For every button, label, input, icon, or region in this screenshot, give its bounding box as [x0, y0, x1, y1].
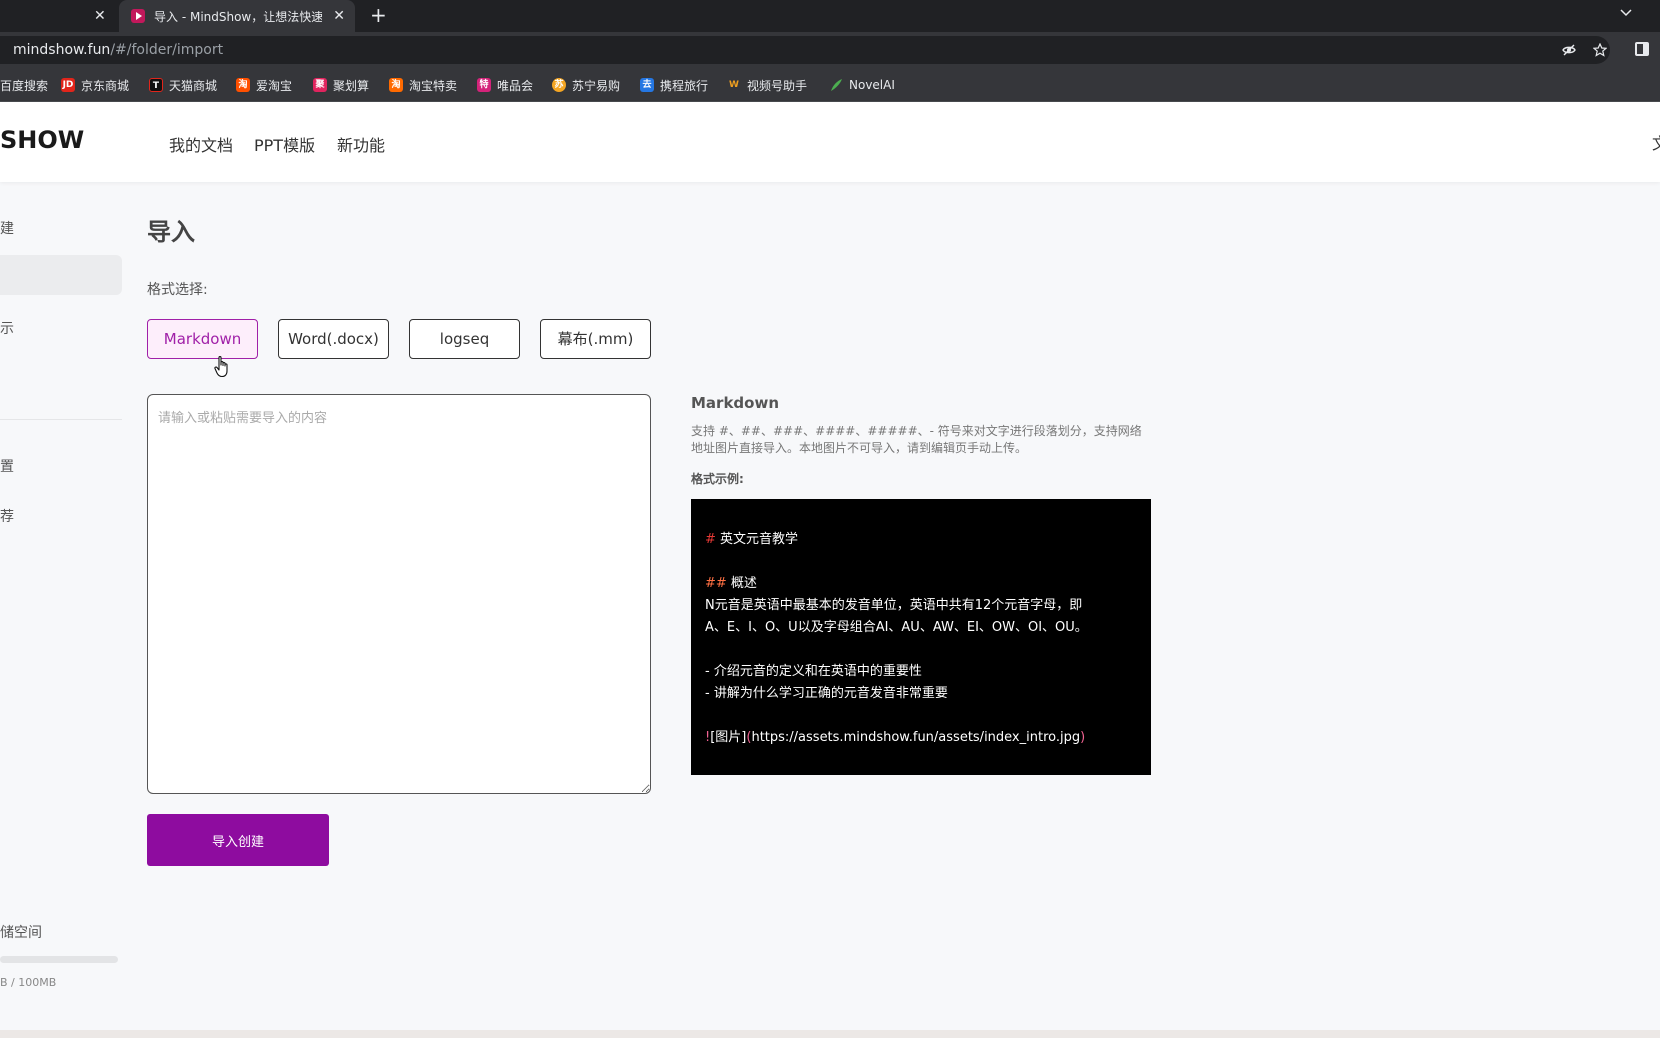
browser-tab-bar: ✕ 导入 - MindShow，让想法快速 ✕ + — [0, 0, 1660, 32]
example-line-blank — [705, 551, 1137, 573]
sidebar-item-create[interactable]: 建 — [0, 218, 14, 238]
bookmark-label: 天猫商城 — [169, 78, 218, 93]
bookmark-item[interactable]: 特唯品会 — [477, 77, 533, 93]
bookmark-label: 唯品会 — [497, 78, 534, 93]
sidebar-divider — [0, 419, 122, 420]
url-host: mindshow.fun — [13, 42, 111, 58]
bookmark-label: 视频号助手 — [747, 78, 808, 93]
side-panel-icon[interactable] — [1635, 42, 1649, 56]
star-icon[interactable] — [1593, 43, 1607, 57]
example-line-blank — [705, 705, 1137, 727]
example-line-h1: # 英文元音教学 — [705, 529, 1137, 551]
bookmark-item[interactable]: 苏苏宁易购 — [552, 77, 620, 93]
aitaobao-icon: 淘 — [236, 78, 250, 92]
bookmark-item[interactable]: JD 京东商城 — [61, 77, 129, 93]
example-line-paragraph: N元音是英语中最基本的发音单位，英语中共有12个元音字母，即 — [705, 598, 1083, 613]
nav-my-documents[interactable]: 我的文档 — [169, 132, 233, 156]
mindshow-favicon-icon — [131, 9, 145, 23]
example-line-bullet: - 介绍元音的定义和在英语中的重要性 — [705, 664, 922, 679]
bookmark-label: 携程旅行 — [660, 78, 709, 93]
bookmark-item[interactable]: 去携程旅行 — [640, 77, 708, 93]
sidebar: 建 示 置 荐 储空间 B / 100MB — [0, 182, 122, 1038]
storage-label: 储空间 — [0, 925, 42, 941]
url-text: mindshow.fun/#/folder/import — [13, 42, 223, 58]
hand-pointer-icon — [214, 356, 228, 378]
bookmark-item[interactable]: 百度搜索 — [0, 77, 48, 93]
content-textarea[interactable] — [147, 394, 651, 794]
address-bar: mindshow.fun/#/folder/import — [0, 32, 1660, 68]
jd-icon: JD — [61, 78, 75, 92]
bookmark-label: 百度搜索 — [0, 78, 49, 93]
format-logseq-button[interactable]: logseq — [409, 319, 520, 359]
example-line-bullet: - 讲解为什么学习正确的元音发音非常重要 — [705, 686, 948, 701]
bookmark-label: 聚划算 — [333, 78, 370, 93]
juhuasuan-icon: 聚 — [313, 78, 327, 92]
example-label: 格式示例: — [691, 472, 744, 486]
bookmark-item[interactable]: T 天猫商城 — [149, 77, 217, 93]
bookmark-item[interactable]: W 视频号助手 — [727, 77, 807, 93]
close-icon[interactable]: ✕ — [333, 7, 345, 25]
app-header: SHOW 我的文档 PPT模版 新功能 文 — [0, 102, 1660, 182]
example-h2-marker: ## — [705, 576, 727, 591]
example-line-image: ![图片](https://assets.mindshow.fun/assets… — [705, 727, 1137, 749]
vip-icon: 特 — [477, 78, 491, 92]
logo[interactable]: SHOW — [0, 126, 84, 154]
bookmark-item[interactable]: 淘爱淘宝 — [236, 77, 292, 93]
format-info-title: Markdown — [691, 394, 780, 412]
storage-usage: B / 100MB — [0, 976, 57, 989]
url-path: /#/folder/import — [110, 42, 224, 58]
markdown-example-block: # 英文元音教学 ## 概述 N元音是英语中最基本的发音单位，英语中共有12个元… — [691, 499, 1151, 775]
nav-new-features[interactable]: 新功能 — [337, 132, 385, 156]
bookmark-item[interactable]: NovelAI — [829, 77, 895, 93]
storage-progress-bar — [0, 956, 118, 963]
suning-icon: 苏 — [552, 78, 566, 92]
novelai-icon — [831, 79, 842, 91]
format-markdown-button[interactable]: Markdown — [147, 319, 258, 359]
example-line-h2: ## 概述 — [705, 573, 1137, 595]
import-create-button[interactable]: 导入创建 — [147, 814, 329, 866]
example-img-paren: ) — [1080, 730, 1086, 745]
bookmark-label: 淘宝特卖 — [409, 78, 458, 93]
example-line-blank — [705, 639, 1137, 661]
ctrip-icon: 去 — [640, 78, 654, 92]
tmall-icon: T — [149, 78, 163, 92]
format-word-button[interactable]: Word(.docx) — [278, 319, 389, 359]
bookmark-label: NovelAI — [849, 78, 895, 92]
example-line-paragraph: A、E、I、O、U以及字母组合AI、AU、AW、EI、OW、OI、OU。 — [705, 620, 1088, 635]
sidebar-item-import-active[interactable] — [0, 255, 122, 295]
header-right-item[interactable]: 文 — [1652, 130, 1660, 154]
format-label: 格式选择: — [147, 282, 208, 298]
plus-icon[interactable]: + — [370, 4, 387, 26]
example-h2-text: 概述 — [726, 576, 757, 591]
close-icon[interactable]: ✕ — [94, 7, 106, 25]
channels-icon: W — [729, 80, 739, 90]
format-info-description: 支持 #、##、###、####、#####、- 符号来对文字进行段落划分，支持… — [691, 424, 1142, 455]
page-title: 导入 — [147, 218, 195, 246]
example-img-url: https://assets.mindshow.fun/assets/index… — [751, 730, 1081, 745]
bookmarks-bar: 百度搜索 JD 京东商城 T 天猫商城 淘爱淘宝 聚聚划算 淘淘宝特卖 特唯品会 苏… — [0, 68, 1660, 102]
bookmark-item[interactable]: 淘淘宝特卖 — [389, 77, 457, 93]
example-h1-marker: # — [705, 532, 716, 547]
url-input[interactable]: mindshow.fun/#/folder/import — [0, 36, 1610, 64]
bookmark-label: 苏宁易购 — [572, 78, 621, 93]
sidebar-item-recommend[interactable]: 荐 — [0, 506, 14, 526]
taobao-sale-icon: 淘 — [389, 78, 403, 92]
sidebar-item-show[interactable]: 示 — [0, 318, 14, 338]
example-img-alt: [图片] — [710, 730, 747, 745]
example-h1-text: 英文元音教学 — [715, 532, 799, 547]
eye-off-icon[interactable] — [1562, 43, 1576, 57]
browser-tab-active[interactable]: 导入 - MindShow，让想法快速 ✕ — [119, 0, 355, 32]
tab-title: 导入 - MindShow，让想法快速 — [154, 10, 322, 24]
bookmark-label: 京东商城 — [81, 78, 130, 93]
bookmark-label: 爱淘宝 — [256, 78, 293, 93]
bottom-strip — [0, 1030, 1660, 1038]
chevron-down-icon[interactable] — [1620, 6, 1632, 18]
format-mubu-button[interactable]: 幕布(.mm) — [540, 319, 651, 359]
sidebar-item-settings[interactable]: 置 — [0, 456, 14, 476]
bookmark-item[interactable]: 聚聚划算 — [313, 77, 369, 93]
nav-ppt-templates[interactable]: PPT模版 — [254, 132, 315, 156]
